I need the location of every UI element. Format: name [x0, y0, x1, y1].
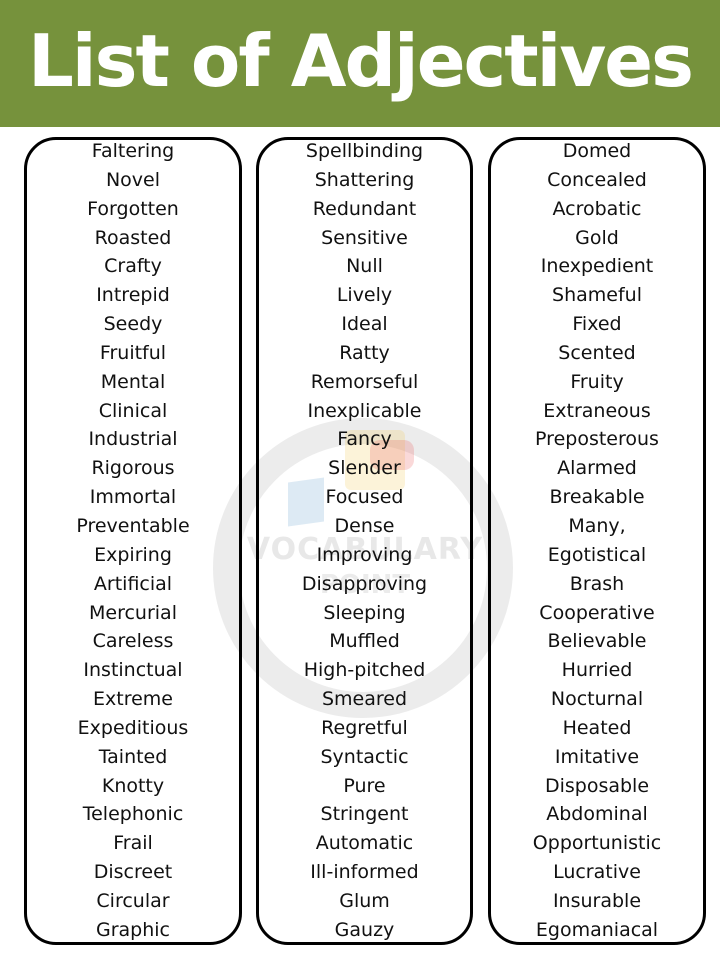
adjective-item: Forgotten	[87, 197, 179, 220]
adjective-item: Alarmed	[557, 457, 637, 480]
adjective-item: Artificial	[93, 572, 173, 595]
adjective-item: Egomaniacal	[535, 918, 659, 941]
adjective-item: Extraneous	[543, 399, 651, 422]
adjective-item: Circular	[96, 889, 170, 912]
adjective-item: Slender	[328, 457, 401, 480]
adjective-item: Crafty	[104, 255, 162, 278]
adjective-item: Novel	[105, 168, 161, 191]
word-list: Faltering Novel Forgotten Roasted Crafty Intr…	[27, 137, 239, 945]
adjective-item: Extreme	[93, 688, 173, 711]
adjective-item: Shattering	[314, 168, 415, 191]
adjective-column-3: Domed Concealed Acrobatic Gold Inexpedient Sh…	[488, 137, 706, 945]
adjective-item: Glum	[339, 889, 390, 912]
adjective-item: Preventable	[76, 514, 190, 537]
adjective-item: Concealed	[547, 168, 647, 191]
adjective-item: Graphic	[95, 918, 170, 941]
adjective-item: Clinical	[98, 399, 168, 422]
adjective-item: Gold	[575, 226, 619, 249]
adjective-item: Focused	[325, 486, 404, 509]
adjective-item: Mental	[100, 370, 166, 393]
adjective-item: Inexplicable	[307, 399, 422, 422]
adjective-item: Preposterous	[535, 428, 659, 451]
adjective-item: Telephonic	[82, 803, 184, 826]
adjective-item: Acrobatic	[552, 197, 642, 220]
adjective-item: Hurried	[561, 659, 633, 682]
adjective-item: Brash	[569, 572, 625, 595]
adjective-item: Cooperative	[539, 601, 655, 624]
adjective-item: Seedy	[103, 313, 163, 336]
adjective-item: Ill-informed	[310, 861, 419, 884]
word-list: Spellbinding Shattering Redundant Sensitive…	[259, 137, 470, 945]
adjective-item: Imitative	[554, 745, 640, 768]
adjective-item: Tainted	[98, 745, 168, 768]
adjective-item: Knotty	[101, 774, 165, 797]
adjective-item: Redundant	[312, 197, 417, 220]
adjective-item: Automatic	[315, 832, 414, 855]
adjective-item: Fruity	[570, 370, 624, 393]
adjective-item: Opportunistic	[532, 832, 662, 855]
adjective-item: Instinctual	[83, 659, 183, 682]
word-list: Domed Concealed Acrobatic Gold Inexpedient Sh…	[491, 137, 703, 945]
adjective-item: Smeared	[321, 688, 408, 711]
page-title: List of Adjectives	[28, 18, 694, 103]
adjective-column-1: Faltering Novel Forgotten Roasted Crafty Intr…	[24, 137, 242, 945]
adjective-item: Null	[346, 255, 383, 278]
adjective-item: Disapproving	[301, 572, 428, 595]
adjective-item: Industrial	[88, 428, 178, 451]
adjective-item: Domed	[562, 140, 632, 162]
adjective-item: Nocturnal	[550, 688, 644, 711]
adjective-item: Pure	[343, 774, 386, 797]
adjective-column-2: Spellbinding Shattering Redundant Sensitive…	[256, 137, 473, 945]
adjective-item: Stringent	[320, 803, 409, 826]
adjective-item: Dense	[334, 514, 395, 537]
adjective-item: Egotistical	[547, 543, 647, 566]
adjective-item: Heated	[562, 716, 632, 739]
adjective-item: Shameful	[552, 284, 642, 307]
adjective-item: Syntactic	[320, 745, 409, 768]
adjective-item: Remorseful	[310, 370, 419, 393]
adjective-item: Fixed	[572, 313, 622, 336]
adjective-item: Expiring	[94, 543, 172, 566]
adjective-item: Sleeping	[323, 601, 406, 624]
adjective-item: Immortal	[89, 486, 177, 509]
adjective-item: Scented	[558, 341, 636, 364]
adjective-item: Fancy	[337, 428, 392, 451]
adjective-item: Breakable	[549, 486, 645, 509]
adjective-item: Intrepid	[96, 284, 170, 307]
adjective-item: Careless	[92, 630, 174, 653]
adjective-item: Many,	[568, 514, 626, 537]
adjective-item: Ideal	[341, 313, 388, 336]
adjective-item: Spellbinding	[305, 140, 424, 162]
adjective-item: Lucrative	[553, 861, 641, 884]
adjective-item: Muffled	[329, 630, 400, 653]
adjective-item: Abdominal	[546, 803, 648, 826]
adjective-item: Fruitful	[99, 341, 167, 364]
adjective-item: Frail	[113, 832, 153, 855]
adjective-item: Roasted	[94, 226, 172, 249]
adjective-item: Mercurial	[89, 601, 177, 624]
adjective-item: Expeditious	[77, 716, 189, 739]
adjective-item: Rigorous	[91, 457, 175, 480]
adjective-item: Inexpedient	[540, 255, 654, 278]
adjective-item: Insurable	[552, 889, 642, 912]
adjective-item: Lively	[336, 284, 393, 307]
adjective-item: Faltering	[91, 140, 175, 162]
adjective-item: Improving	[316, 543, 413, 566]
adjective-item: Discreet	[93, 861, 173, 884]
adjective-item: Gauzy	[334, 918, 395, 941]
adjective-item: Believable	[547, 630, 647, 653]
adjective-item: High-pitched	[303, 659, 426, 682]
adjective-item: Ratty	[339, 341, 390, 364]
adjective-item: Sensitive	[321, 226, 408, 249]
adjective-item: Regretful	[321, 716, 408, 739]
adjective-item: Disposable	[544, 774, 650, 797]
